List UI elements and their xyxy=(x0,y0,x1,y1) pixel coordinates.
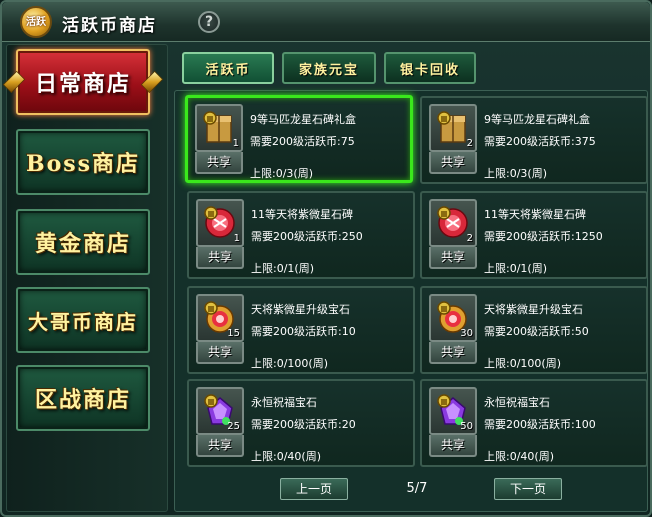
item-quantity: 50 xyxy=(460,421,473,432)
currency-tabs: 活跃币 家族元宝 银卡回收 xyxy=(174,44,648,89)
item-purchase-limit: 上限:0/40(周) xyxy=(484,450,554,463)
help-button[interactable]: ? xyxy=(198,11,220,33)
page-indicator: 5/7 xyxy=(406,481,428,496)
item-name: 天将紫微星升级宝石 xyxy=(484,303,583,316)
item-slot: 30 xyxy=(429,294,477,342)
tab-family-ingot[interactable]: 家族元宝 xyxy=(282,52,376,84)
active-coin-logo-icon: 活跃 xyxy=(20,6,52,38)
item-slot: 25 xyxy=(196,387,244,435)
share-badge: 共享 xyxy=(195,152,243,174)
item-name: 9等马匹龙星石碑礼盒 xyxy=(484,113,590,126)
shop-item-card[interactable]: 2 共享 9等马匹龙星石碑礼盒 需要200级活跃币:375 上限:0/3(周) xyxy=(420,96,648,184)
item-quantity: 25 xyxy=(227,421,240,432)
item-slot: 2 xyxy=(429,199,477,247)
shop-item-card[interactable]: 30 共享 天将紫微星升级宝石 需要200级活跃币:50 上限:0/100(周) xyxy=(420,286,648,374)
item-name: 永恒祝福宝石 xyxy=(251,396,317,409)
box-icon xyxy=(437,111,466,143)
item-name: 天将紫微星升级宝石 xyxy=(251,303,350,316)
item-quantity: 1 xyxy=(232,138,239,149)
shop-item-card[interactable]: 1 共享 9等马匹龙星石碑礼盒 需要200级活跃币:75 上限:0/3(周) xyxy=(185,95,413,183)
item-name: 永恒祝福宝石 xyxy=(484,396,550,409)
share-badge: 共享 xyxy=(196,342,244,364)
share-badge: 共享 xyxy=(429,152,477,174)
box-icon xyxy=(203,111,232,143)
stone-tablet-icon xyxy=(437,206,468,238)
help-icon: ? xyxy=(204,14,214,30)
share-badge: 共享 xyxy=(429,435,477,457)
item-purchase-limit: 上限:0/3(周) xyxy=(484,167,547,180)
item-quantity: 2 xyxy=(466,233,473,244)
next-page-button[interactable]: 下一页 xyxy=(494,478,562,500)
item-quantity: 2 xyxy=(466,138,473,149)
item-purchase-limit: 上限:0/40(周) xyxy=(251,450,321,463)
item-name: 11等天将紫微星石碑 xyxy=(484,208,586,221)
sidebar-item-label: 日常商店 xyxy=(34,71,131,97)
item-quantity: 15 xyxy=(227,328,240,339)
title-bar: 活跃 活跃币商店 ? xyxy=(2,2,650,42)
stone-tablet-icon xyxy=(204,206,235,238)
item-slot: 15 xyxy=(196,294,244,342)
item-price: 需要200级活跃币:10 xyxy=(251,325,356,338)
tab-silver-card-recycle[interactable]: 银卡回收 xyxy=(384,52,476,84)
window-title: 活跃币商店 xyxy=(62,16,157,36)
item-name: 9等马匹龙星石碑礼盒 xyxy=(250,113,356,126)
item-price: 需要200级活跃币:50 xyxy=(484,325,589,338)
shop-item-card[interactable]: 1 共享 11等天将紫微星石碑 需要200级活跃币:250 上限:0/1(周) xyxy=(187,191,415,279)
shop-item-card[interactable]: 25 共享 永恒祝福宝石 需要200级活跃币:20 上限:0/40(周) xyxy=(187,379,415,467)
item-quantity: 30 xyxy=(460,328,473,339)
item-name: 11等天将紫微星石碑 xyxy=(251,208,353,221)
share-badge: 共享 xyxy=(429,342,477,364)
share-badge: 共享 xyxy=(196,435,244,457)
sidebar-item-label: 大哥币商店 xyxy=(28,309,138,334)
shop-item-card[interactable]: 50 共享 永恒祝福宝石 需要200级活跃币:100 上限:0/40(周) xyxy=(420,379,648,467)
shop-window: 活跃 活跃币商店 ? 日常商店 Boss商店 黄金商店 大哥币商店 区战商店 活… xyxy=(0,0,652,517)
shop-item-card[interactable]: 2 共享 11等天将紫微星石碑 需要200级活跃币:1250 上限:0/1(周) xyxy=(420,191,648,279)
item-slot: 50 xyxy=(429,387,477,435)
item-purchase-limit: 上限:0/1(周) xyxy=(251,262,314,275)
sidebar-item-label: Boss商店 xyxy=(25,151,141,177)
shop-category-sidebar: 日常商店 Boss商店 黄金商店 大哥币商店 区战商店 xyxy=(2,44,168,512)
item-list-panel: 1 共享 9等马匹龙星石碑礼盒 需要200级活跃币:75 上限:0/3(周) 2… xyxy=(174,90,648,512)
sidebar-item-label: 黄金商店 xyxy=(34,231,131,257)
item-price: 需要200级活跃币:250 xyxy=(251,230,363,243)
shop-item-card[interactable]: 15 共享 天将紫微星升级宝石 需要200级活跃币:10 上限:0/100(周) xyxy=(187,286,415,374)
item-price: 需要200级活跃币:75 xyxy=(250,135,355,148)
item-price: 需要200级活跃币:20 xyxy=(251,418,356,431)
item-purchase-limit: 上限:0/100(周) xyxy=(484,357,561,370)
share-badge: 共享 xyxy=(429,247,477,269)
share-badge: 共享 xyxy=(196,247,244,269)
item-price: 需要200级活跃币:1250 xyxy=(484,230,603,243)
prev-page-button[interactable]: 上一页 xyxy=(280,478,348,500)
item-slot: 2 xyxy=(429,104,477,152)
sidebar-item-label: 区战商店 xyxy=(34,387,131,413)
tab-active-coin[interactable]: 活跃币 xyxy=(182,52,274,84)
sidebar-item-gold-shop[interactable]: 黄金商店 xyxy=(16,209,150,275)
item-purchase-limit: 上限:0/3(周) xyxy=(250,167,313,180)
item-purchase-limit: 上限:0/1(周) xyxy=(484,262,547,275)
sidebar-item-dage-coin-shop[interactable]: 大哥币商店 xyxy=(16,287,150,353)
item-price: 需要200级活跃币:375 xyxy=(484,135,596,148)
item-quantity: 1 xyxy=(233,233,240,244)
sidebar-item-zone-war-shop[interactable]: 区战商店 xyxy=(16,365,150,431)
item-slot: 1 xyxy=(195,104,243,152)
item-purchase-limit: 上限:0/100(周) xyxy=(251,357,328,370)
item-slot: 1 xyxy=(196,199,244,247)
sidebar-item-boss-shop[interactable]: Boss商店 xyxy=(16,129,150,195)
sidebar-item-daily-shop[interactable]: 日常商店 xyxy=(16,49,150,115)
logo-text: 活跃 xyxy=(26,16,46,28)
item-price: 需要200级活跃币:100 xyxy=(484,418,596,431)
